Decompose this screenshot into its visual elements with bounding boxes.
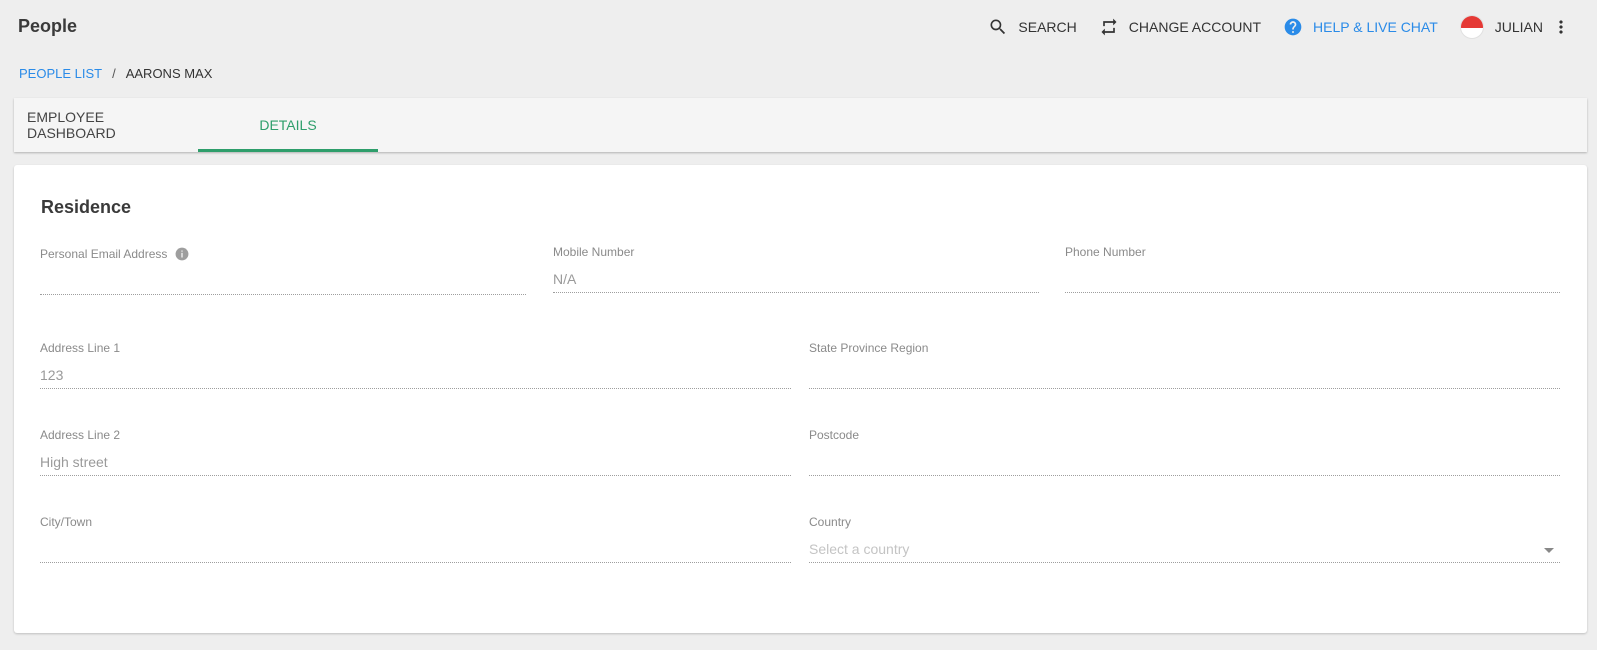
state-province-region-label: State Province Region [809, 341, 929, 355]
help-live-chat-button[interactable]: HELP & LIVE CHAT [1283, 17, 1438, 37]
search-button[interactable]: SEARCH [988, 17, 1077, 37]
address-line-2-input[interactable] [40, 448, 791, 476]
address-line-1-input[interactable] [40, 361, 791, 389]
top-bar: People SEARCH CHANGE ACCOUNT HELP & LIVE… [0, 0, 1597, 54]
postcode-input[interactable] [809, 448, 1560, 476]
mobile-number-input[interactable] [553, 265, 1039, 293]
mobile-number-label: Mobile Number [553, 245, 635, 259]
personal-email-label-wrap: Personal Email Address [40, 247, 189, 261]
change-account-button[interactable]: CHANGE ACCOUNT [1099, 17, 1261, 37]
app-title: People [18, 16, 78, 36]
top-actions: SEARCH CHANGE ACCOUNT HELP & LIVE CHAT J… [966, 0, 1571, 54]
address-line-1-field: Address Line 1 [40, 341, 791, 391]
tab-employee-dashboard[interactable]: EMPLOYEE DASHBOARD [14, 98, 198, 152]
city-town-label: City/Town [40, 515, 93, 529]
state-province-region-input[interactable] [809, 361, 1560, 389]
search-label: SEARCH [1018, 19, 1077, 35]
change-account-label: CHANGE ACCOUNT [1128, 19, 1262, 35]
tab-details[interactable]: DETAILS [198, 98, 378, 152]
city-town-field: City/Town [40, 515, 791, 565]
breadcrumb: PEOPLE LIST / AARONS MAX [19, 66, 212, 81]
city-town-input[interactable] [40, 535, 791, 563]
personal-email-input[interactable] [40, 267, 526, 295]
kebab-menu-icon[interactable] [1551, 17, 1571, 37]
postcode-field: Postcode [809, 428, 1560, 478]
address-line-2-field: Address Line 2 [40, 428, 791, 478]
user-menu-button[interactable]: JULIAN [1459, 15, 1543, 39]
address-line-2-label: Address Line 2 [40, 428, 121, 442]
user-name: JULIAN [1494, 19, 1543, 35]
address-line-1-label: Address Line 1 [40, 341, 121, 355]
search-icon [988, 17, 1008, 37]
swap-icon [1099, 17, 1119, 37]
breadcrumb-separator: / [112, 66, 116, 81]
tab-bar: EMPLOYEE DASHBOARD DETAILS [14, 98, 1587, 152]
phone-number-label: Phone Number [1065, 245, 1146, 259]
state-province-region-field: State Province Region [809, 341, 1560, 391]
personal-email-label: Personal Email Address [40, 247, 168, 261]
info-icon[interactable] [175, 247, 189, 261]
flag-avatar [1459, 15, 1484, 39]
country-field: Country [809, 515, 1560, 565]
breadcrumb-current: AARONS MAX [125, 66, 213, 81]
section-title: Residence [41, 197, 132, 217]
residence-card: Residence Personal Email Address Mobile … [14, 165, 1587, 633]
phone-number-field: Phone Number [1065, 245, 1560, 295]
postcode-label: Postcode [809, 428, 860, 442]
phone-number-input[interactable] [1065, 265, 1560, 293]
personal-email-field: Personal Email Address [40, 247, 526, 297]
chevron-down-icon[interactable] [1544, 548, 1554, 553]
country-label: Country [809, 515, 852, 529]
help-circle-icon [1283, 17, 1303, 37]
country-select[interactable] [809, 535, 1560, 563]
help-live-chat-label: HELP & LIVE CHAT [1313, 19, 1438, 35]
breadcrumb-people-list[interactable]: PEOPLE LIST [19, 66, 102, 81]
mobile-number-field: Mobile Number [553, 245, 1039, 295]
